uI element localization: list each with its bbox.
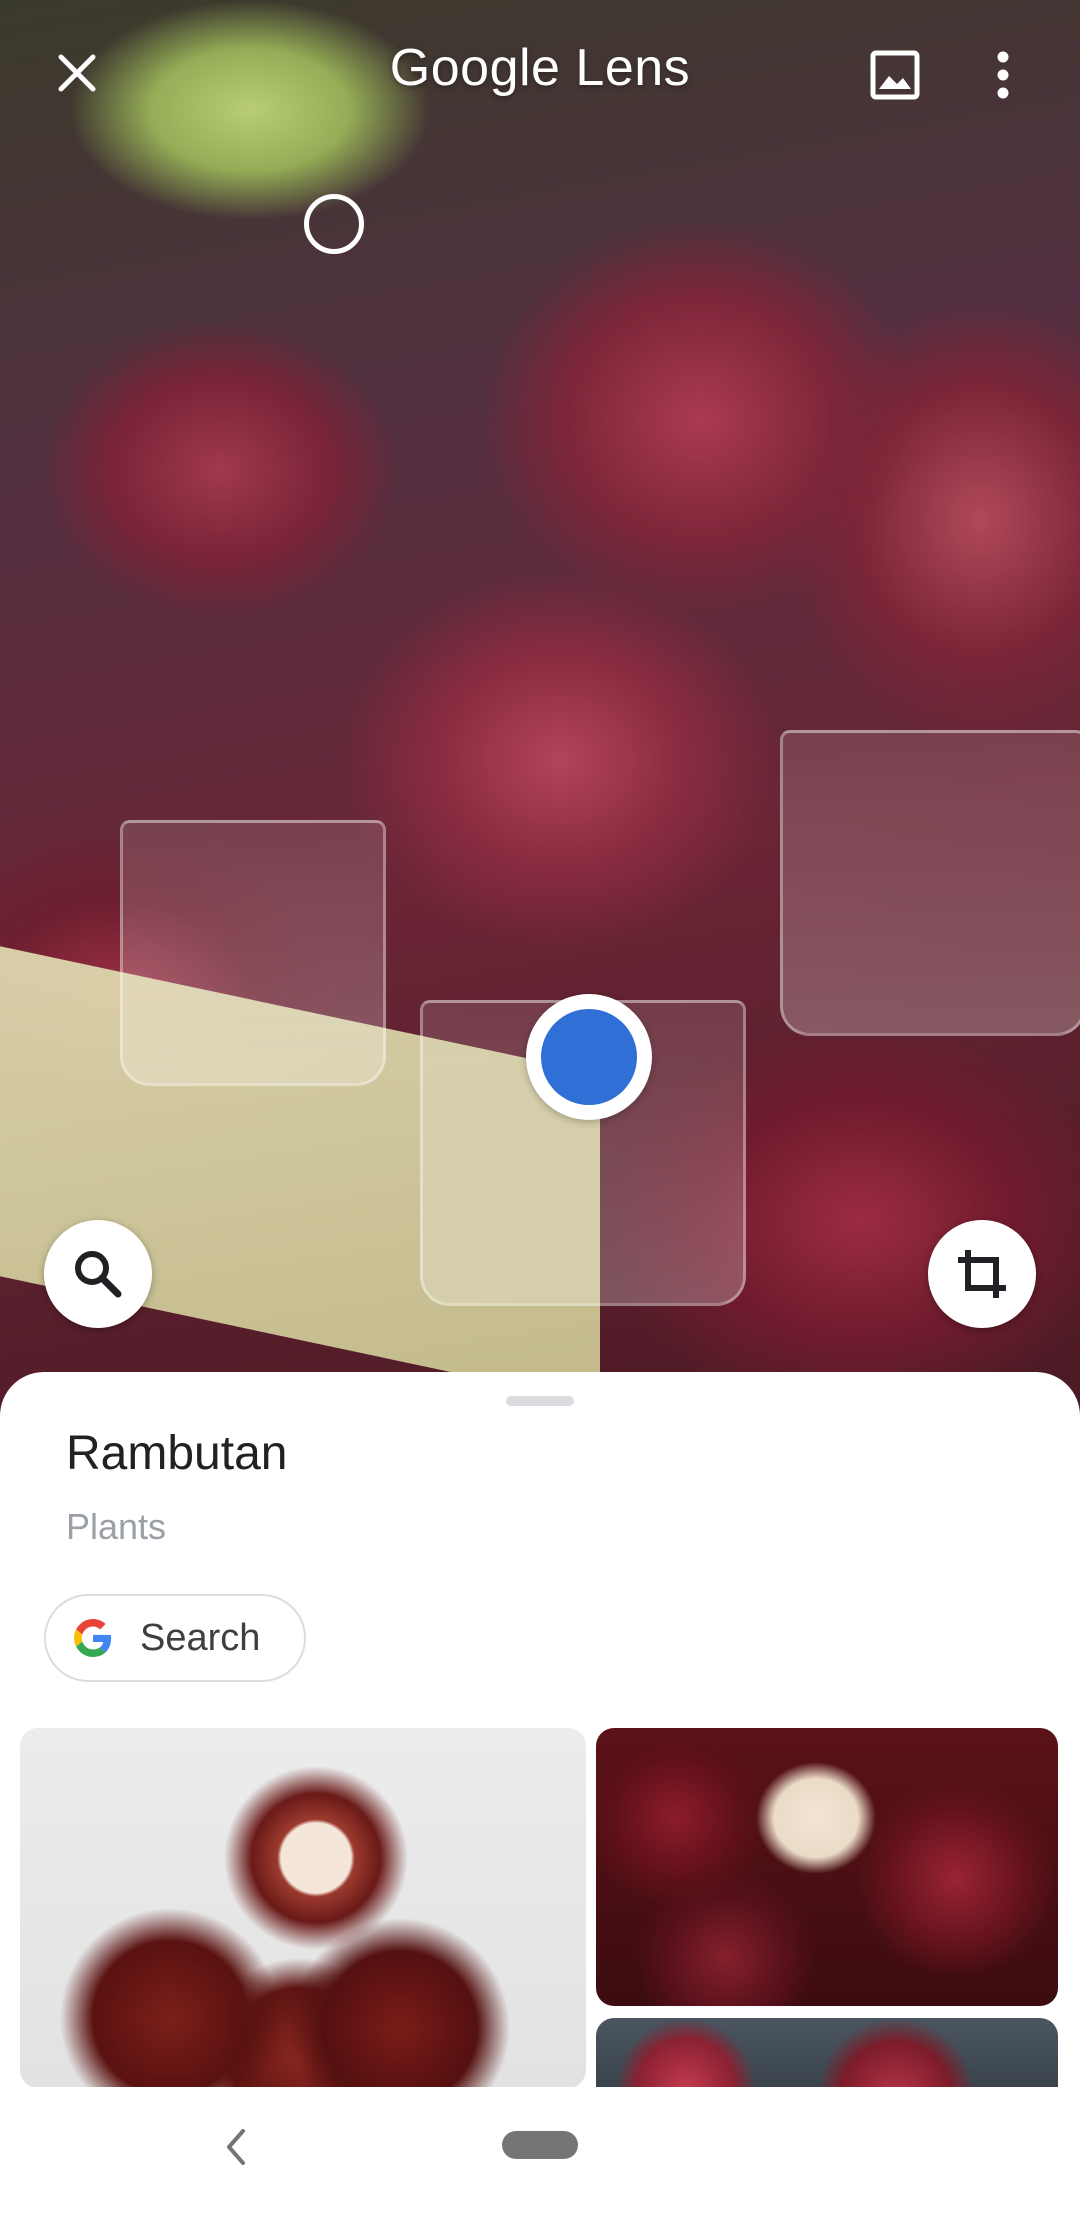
result-image[interactable] bbox=[20, 1728, 586, 2087]
gallery-button[interactable] bbox=[860, 40, 930, 110]
result-category: Plants bbox=[66, 1506, 167, 1547]
more-vert-icon bbox=[997, 51, 1009, 99]
home-pill-icon[interactable] bbox=[502, 2131, 578, 2159]
search-chip[interactable]: Search bbox=[44, 1594, 306, 1682]
more-options-button[interactable] bbox=[968, 40, 1038, 110]
search-chip-label: Search bbox=[140, 1616, 261, 1659]
crop-button[interactable] bbox=[928, 1220, 1036, 1328]
drag-handle[interactable] bbox=[506, 1396, 574, 1406]
back-button[interactable] bbox=[210, 2121, 262, 2173]
result-image[interactable] bbox=[596, 2018, 1058, 2087]
crop-icon bbox=[958, 1250, 1006, 1298]
selected-object-dot[interactable] bbox=[526, 994, 652, 1120]
navigation-bar bbox=[0, 2087, 1080, 2220]
result-image[interactable] bbox=[596, 1728, 1058, 2006]
result-title: Rambutan bbox=[66, 1427, 288, 1480]
image-gallery-icon bbox=[870, 50, 920, 100]
fruit-cup bbox=[780, 730, 1080, 1036]
chevron-left-icon bbox=[227, 2129, 245, 2165]
google-g-icon bbox=[74, 1619, 112, 1657]
fruit-cup bbox=[120, 820, 386, 1086]
object-dot[interactable] bbox=[304, 194, 364, 254]
selected-dot-fill bbox=[541, 1009, 637, 1105]
camera-image[interactable] bbox=[0, 0, 1080, 1420]
result-sheet[interactable]: Rambutan Plants Search bbox=[0, 1372, 1080, 2087]
search-icon bbox=[75, 1251, 122, 1298]
search-button[interactable] bbox=[44, 1220, 152, 1328]
top-bar: Google Lens bbox=[0, 0, 1080, 150]
